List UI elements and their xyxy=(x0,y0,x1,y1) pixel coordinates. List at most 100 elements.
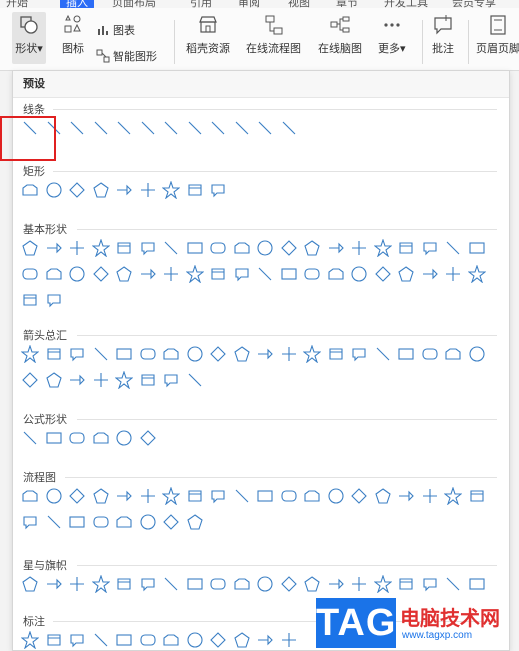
shape-option[interactable] xyxy=(68,119,86,137)
shape-option[interactable] xyxy=(92,345,110,363)
shape-option[interactable] xyxy=(209,181,227,199)
shape-option[interactable] xyxy=(115,371,133,389)
shape-option[interactable] xyxy=(209,265,227,283)
shape-option[interactable] xyxy=(280,487,298,505)
shape-option[interactable] xyxy=(186,181,204,199)
shape-option[interactable] xyxy=(233,119,251,137)
shape-option[interactable] xyxy=(233,265,251,283)
shape-option[interactable] xyxy=(139,513,157,531)
shape-option[interactable] xyxy=(256,575,274,593)
shape-option[interactable] xyxy=(256,119,274,137)
shape-option[interactable] xyxy=(256,631,274,649)
header-footer-button[interactable]: 页眉页脚 xyxy=(476,12,519,56)
shape-option[interactable] xyxy=(397,575,415,593)
shape-option[interactable] xyxy=(45,345,63,363)
shapes-button[interactable]: 形状▾ xyxy=(12,12,46,64)
shape-option[interactable] xyxy=(186,371,204,389)
shape-option[interactable] xyxy=(280,119,298,137)
shape-option[interactable] xyxy=(186,631,204,649)
shape-option[interactable] xyxy=(45,265,63,283)
shape-option[interactable] xyxy=(327,265,345,283)
shape-option[interactable] xyxy=(92,513,110,531)
shape-option[interactable] xyxy=(21,487,39,505)
shape-option[interactable] xyxy=(280,265,298,283)
shape-option[interactable] xyxy=(421,487,439,505)
shape-option[interactable] xyxy=(21,265,39,283)
shape-option[interactable] xyxy=(21,371,39,389)
chart-button[interactable]: 图表 xyxy=(96,22,135,38)
shape-option[interactable] xyxy=(185,265,204,283)
shape-option[interactable] xyxy=(68,487,86,505)
shape-option[interactable] xyxy=(303,575,321,593)
shape-option[interactable] xyxy=(468,575,486,593)
shape-option[interactable] xyxy=(68,345,86,363)
shape-option[interactable] xyxy=(162,239,180,257)
icons-button[interactable]: 图标 xyxy=(60,12,86,56)
shape-option[interactable] xyxy=(209,345,227,363)
shape-option[interactable] xyxy=(421,239,439,257)
shape-option[interactable] xyxy=(21,575,39,593)
shape-option[interactable] xyxy=(327,345,345,363)
shape-option[interactable] xyxy=(68,429,86,447)
shape-option[interactable] xyxy=(92,487,110,505)
shape-option[interactable] xyxy=(186,239,204,257)
shape-option[interactable] xyxy=(397,265,415,283)
shape-option[interactable] xyxy=(21,345,39,363)
shape-option[interactable] xyxy=(209,631,227,649)
shape-option[interactable] xyxy=(209,487,227,505)
shape-option[interactable] xyxy=(139,631,157,649)
shape-option[interactable] xyxy=(91,239,110,257)
shape-option[interactable] xyxy=(139,429,157,447)
shape-option[interactable] xyxy=(350,265,368,283)
shape-option[interactable] xyxy=(45,291,63,309)
shape-option[interactable] xyxy=(68,181,86,199)
shape-option[interactable] xyxy=(468,345,486,363)
shape-option[interactable] xyxy=(256,487,274,505)
shape-option[interactable] xyxy=(115,345,133,363)
shape-option[interactable] xyxy=(280,345,298,363)
shape-option[interactable] xyxy=(373,575,392,593)
shape-option[interactable] xyxy=(115,265,133,283)
comment-button[interactable]: 批注 xyxy=(430,12,456,56)
shape-option[interactable] xyxy=(115,513,133,531)
stock-resources-button[interactable]: 稻壳资源 xyxy=(186,12,230,56)
shape-option[interactable] xyxy=(421,345,439,363)
shape-option[interactable] xyxy=(92,631,110,649)
shape-option[interactable] xyxy=(186,119,204,137)
shape-option[interactable] xyxy=(397,487,415,505)
shape-option[interactable] xyxy=(327,575,345,593)
online-flowchart-button[interactable]: 在线流程图 xyxy=(246,12,301,56)
menu-section[interactable]: 章节 xyxy=(336,0,358,8)
shape-option[interactable] xyxy=(303,487,321,505)
shape-option[interactable] xyxy=(233,631,251,649)
more-button[interactable]: 更多▾ xyxy=(378,12,406,56)
shape-option[interactable] xyxy=(421,265,439,283)
shape-option[interactable] xyxy=(92,371,110,389)
shape-option[interactable] xyxy=(92,429,110,447)
menu-page-layout[interactable]: 页面布局 xyxy=(112,0,156,8)
menu-insert[interactable]: 插入 xyxy=(60,0,94,8)
shape-option[interactable] xyxy=(350,575,368,593)
shape-option[interactable] xyxy=(350,487,368,505)
shape-option[interactable] xyxy=(467,265,486,283)
shape-option[interactable] xyxy=(162,265,180,283)
shape-option[interactable] xyxy=(21,513,39,531)
shape-option[interactable] xyxy=(21,291,39,309)
shape-option[interactable] xyxy=(68,513,86,531)
shape-option[interactable] xyxy=(162,513,180,531)
shape-option[interactable] xyxy=(280,239,298,257)
menu-home[interactable]: 开始 xyxy=(6,0,28,8)
menu-review[interactable]: 审阅 xyxy=(238,0,260,8)
shape-option[interactable] xyxy=(115,631,133,649)
shape-option[interactable] xyxy=(139,119,157,137)
shape-option[interactable] xyxy=(162,487,180,505)
shape-option[interactable] xyxy=(21,181,39,199)
shape-option[interactable] xyxy=(139,265,157,283)
shape-option[interactable] xyxy=(327,239,345,257)
shape-option[interactable] xyxy=(256,239,274,257)
shape-option[interactable] xyxy=(45,181,63,199)
shape-option[interactable] xyxy=(256,345,274,363)
shape-option[interactable] xyxy=(162,181,180,199)
smartart-button[interactable]: 智能图形 xyxy=(96,48,157,64)
shape-option[interactable] xyxy=(45,631,63,649)
